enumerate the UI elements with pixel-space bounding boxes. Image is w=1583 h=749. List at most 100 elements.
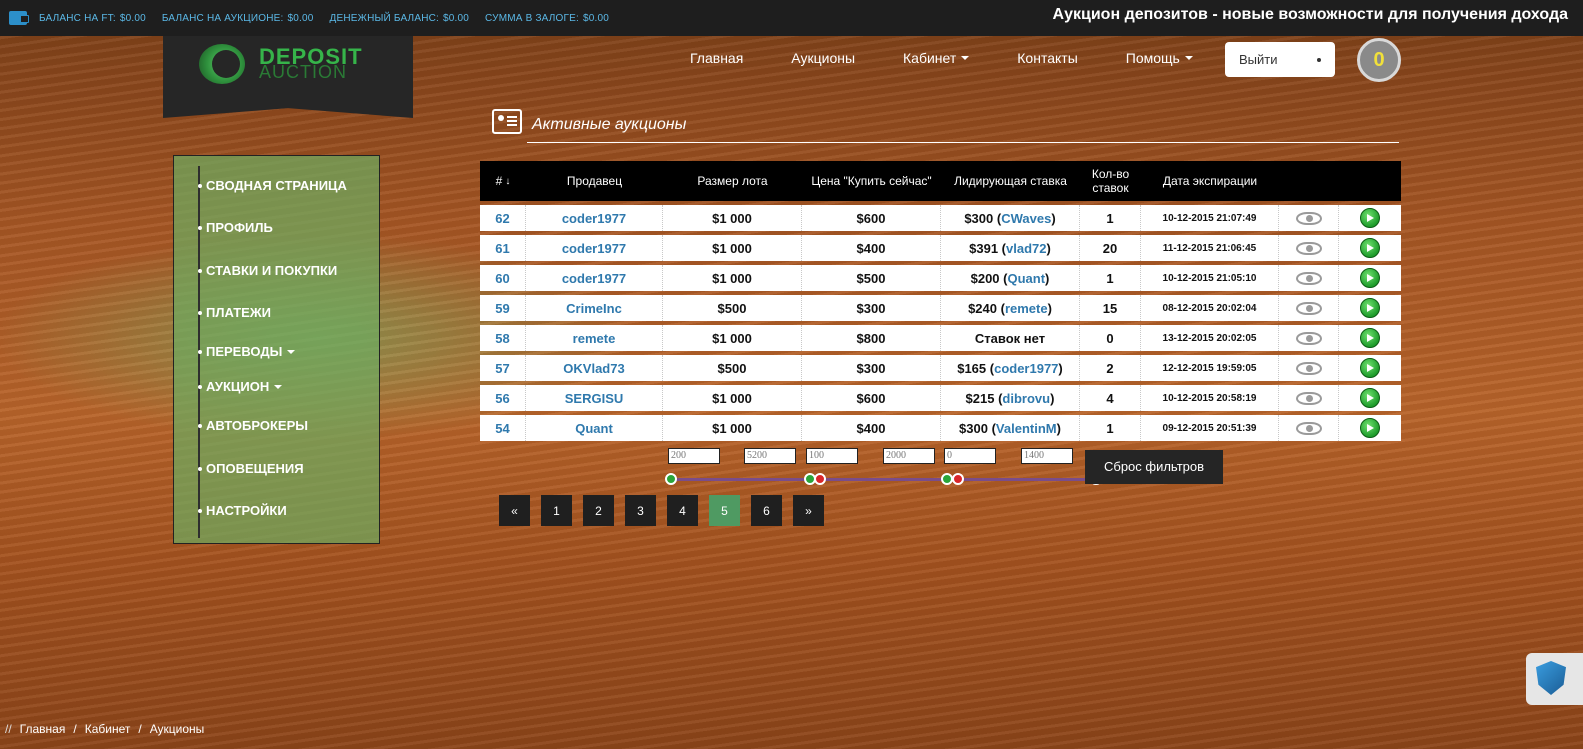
page-next-button[interactable]: » <box>793 495 824 526</box>
seller-link[interactable]: coder1977 <box>526 205 663 231</box>
page-button-6[interactable]: 6 <box>751 495 782 526</box>
sidebar: СВОДНАЯ СТРАНИЦА ПРОФИЛЬ СТАВКИ И ПОКУПК… <box>173 155 380 544</box>
auction-id[interactable]: 58 <box>480 325 526 351</box>
eye-icon[interactable] <box>1295 331 1322 345</box>
arrow-right-icon[interactable] <box>1360 268 1380 288</box>
eye-icon[interactable] <box>1295 361 1322 375</box>
leading-bidder-link[interactable]: dibrovu <box>1002 391 1050 406</box>
page-button-5[interactable]: 5 <box>709 495 740 526</box>
sidebar-item-bids[interactable]: СТАВКИ И ПОКУПКИ <box>198 263 337 278</box>
breadcrumb-home[interactable]: Главная <box>20 722 66 736</box>
bid-min-handle[interactable] <box>941 473 953 485</box>
col-leading-bid[interactable]: Лидирующая ставка <box>941 161 1080 201</box>
arrow-right-icon[interactable] <box>1360 418 1380 438</box>
seller-link[interactable]: OKVlad73 <box>526 355 663 381</box>
auction-id[interactable]: 59 <box>480 295 526 321</box>
lot-range-slider[interactable] <box>671 478 816 481</box>
shield-icon[interactable] <box>1526 653 1583 705</box>
table-row[interactable]: 59 CrimeInc $500 $300 $240 (remete) 15 0… <box>480 295 1401 321</box>
lot-min-input[interactable]: 200 <box>668 448 720 464</box>
sidebar-item-notifications[interactable]: ОПОВЕЩЕНИЯ <box>198 461 304 476</box>
buy-min-input[interactable]: 100 <box>806 448 858 464</box>
nav-home[interactable]: Главная <box>690 50 743 66</box>
table-row[interactable]: 60 coder1977 $1 000 $500 $200 (Quant) 1 … <box>480 265 1401 291</box>
auction-id[interactable]: 57 <box>480 355 526 381</box>
eye-icon[interactable] <box>1295 301 1322 315</box>
sidebar-item-payments[interactable]: ПЛАТЕЖИ <box>198 305 271 320</box>
buy-min-handle[interactable] <box>804 473 816 485</box>
buy-max-handle[interactable] <box>952 473 964 485</box>
auction-id[interactable]: 61 <box>480 235 526 261</box>
sidebar-item-autobrokers[interactable]: АВТОБРОКЕРЫ <box>198 418 308 433</box>
col-number-sort[interactable]: # ↓ <box>480 161 526 201</box>
auction-id[interactable]: 54 <box>480 415 526 441</box>
col-seller[interactable]: Продавец <box>526 161 663 201</box>
table-row[interactable]: 54 Quant $1 000 $400 $300 (ValentinM) 1 … <box>480 415 1401 441</box>
seller-link[interactable]: CrimeInc <box>526 295 663 321</box>
coin-counter[interactable]: 0 <box>1357 38 1401 82</box>
auction-id[interactable]: 56 <box>480 385 526 411</box>
seller-link[interactable]: remete <box>526 325 663 351</box>
sidebar-item-auction[interactable]: АУКЦИОН <box>198 379 283 394</box>
eye-icon[interactable] <box>1295 211 1322 225</box>
arrow-right-icon[interactable] <box>1360 208 1380 228</box>
leading-bidder-link[interactable]: vlad72 <box>1006 241 1046 256</box>
page-prev-button[interactable]: « <box>499 495 530 526</box>
table-row[interactable]: 58 remete $1 000 $800 Ставок нет 0 13-12… <box>480 325 1401 351</box>
eye-icon[interactable] <box>1295 421 1322 435</box>
arrow-right-icon[interactable] <box>1360 298 1380 318</box>
bid-max-input[interactable]: 1400 <box>1021 448 1073 464</box>
reset-filters-button[interactable]: Сброс фильтров <box>1085 450 1223 484</box>
buy-max-input[interactable]: 2000 <box>883 448 935 464</box>
sidebar-item-settings[interactable]: НАСТРОЙКИ <box>198 503 287 518</box>
breadcrumb-cabinet[interactable]: Кабинет <box>85 722 131 736</box>
eye-icon[interactable] <box>1295 391 1322 405</box>
auction-id[interactable]: 60 <box>480 265 526 291</box>
page-button-1[interactable]: 1 <box>541 495 572 526</box>
arrow-right-icon[interactable] <box>1360 358 1380 378</box>
table-row[interactable]: 61 coder1977 $1 000 $400 $391 (vlad72) 2… <box>480 235 1401 261</box>
page-button-4[interactable]: 4 <box>667 495 698 526</box>
leading-bidder-link[interactable]: coder1977 <box>994 361 1058 376</box>
buy-now-price: $600 <box>802 205 941 231</box>
lot-max-input[interactable]: 5200 <box>744 448 796 464</box>
eye-icon[interactable] <box>1295 241 1322 255</box>
leading-bidder-link[interactable]: Quant <box>1007 271 1045 286</box>
eye-icon[interactable] <box>1295 271 1322 285</box>
col-bid-count[interactable]: Кол-во ставок <box>1080 161 1141 201</box>
arrow-right-icon[interactable] <box>1360 388 1380 408</box>
bid-range-slider[interactable] <box>947 478 1097 481</box>
sidebar-item-profile[interactable]: ПРОФИЛЬ <box>198 220 273 235</box>
page-button-3[interactable]: 3 <box>625 495 656 526</box>
buy-range-slider[interactable] <box>810 478 958 481</box>
logo[interactable]: DEPOSIT AUCTION <box>163 36 413 118</box>
page-button-2[interactable]: 2 <box>583 495 614 526</box>
table-row[interactable]: 62 coder1977 $1 000 $600 $300 (CWaves) 1… <box>480 205 1401 231</box>
seller-link[interactable]: Quant <box>526 415 663 441</box>
nav-contacts[interactable]: Контакты <box>1017 50 1077 66</box>
leading-bidder-link[interactable]: ValentinM <box>996 421 1057 436</box>
auction-id[interactable]: 62 <box>480 205 526 231</box>
arrow-right-icon[interactable] <box>1360 238 1380 258</box>
arrow-right-icon[interactable] <box>1360 328 1380 348</box>
lot-min-handle[interactable] <box>665 473 677 485</box>
lot-size: $1 000 <box>663 385 802 411</box>
bid-min-input[interactable]: 0 <box>944 448 996 464</box>
leading-bidder-link[interactable]: remete <box>1005 301 1048 316</box>
col-lot-size[interactable]: Размер лота <box>663 161 802 201</box>
nav-auctions[interactable]: Аукционы <box>791 50 855 66</box>
col-expiry[interactable]: Дата экспирации <box>1141 161 1279 201</box>
col-buy-now[interactable]: Цена "Купить сейчас" <box>802 161 941 201</box>
sidebar-item-summary[interactable]: СВОДНАЯ СТРАНИЦА <box>198 178 347 193</box>
sidebar-item-transfers[interactable]: ПЕРЕВОДЫ <box>198 344 296 359</box>
table-row[interactable]: 57 OKVlad73 $500 $300 $165 (coder1977) 2… <box>480 355 1401 381</box>
seller-link[interactable]: SERGISU <box>526 385 663 411</box>
logout-button[interactable]: Выйти <box>1225 42 1335 77</box>
bid-count: 15 <box>1080 295 1141 321</box>
nav-cabinet[interactable]: Кабинет <box>903 50 970 66</box>
table-row[interactable]: 56 SERGISU $1 000 $600 $215 (dibrovu) 4 … <box>480 385 1401 411</box>
seller-link[interactable]: coder1977 <box>526 265 663 291</box>
seller-link[interactable]: coder1977 <box>526 235 663 261</box>
leading-bidder-link[interactable]: CWaves <box>1001 211 1051 226</box>
nav-help[interactable]: Помощь <box>1126 50 1193 66</box>
